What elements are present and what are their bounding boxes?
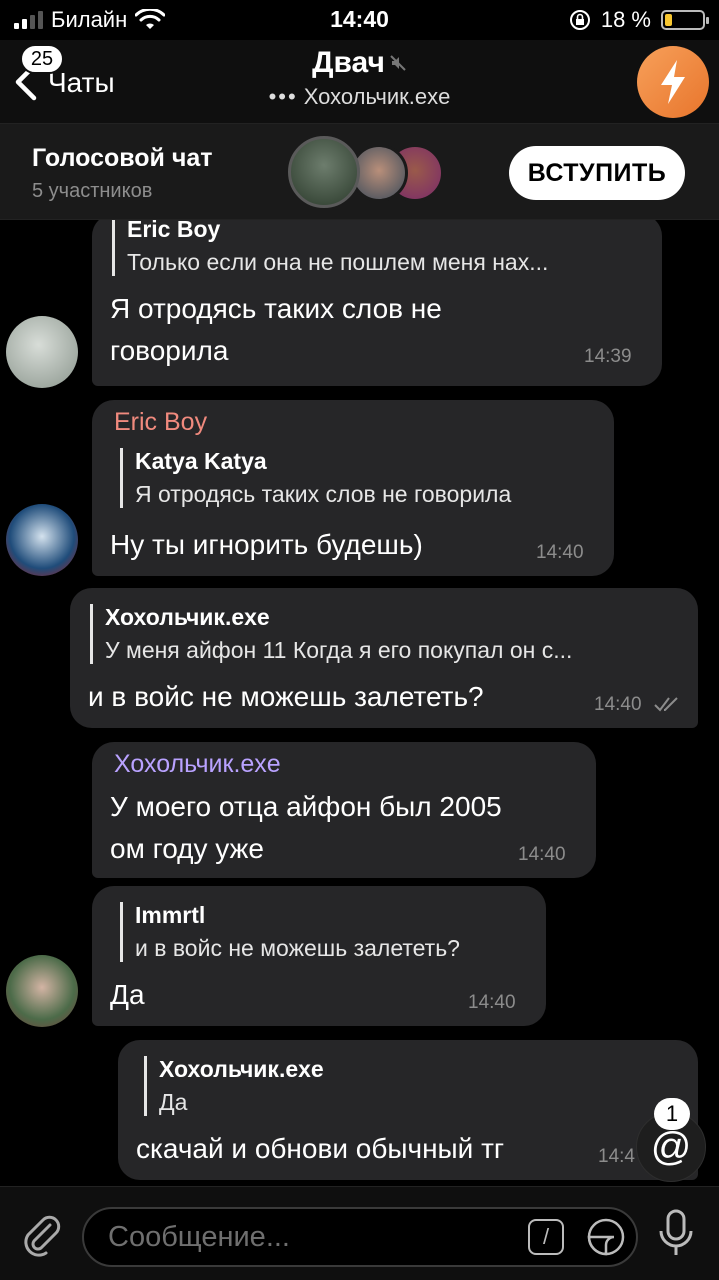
sender-name[interactable]: Eric Boy xyxy=(114,408,207,437)
status-bar: Билайн 14:40 18 % xyxy=(0,0,719,40)
chat-subtitle: ••• Хохольчик.exe xyxy=(200,84,519,110)
voice-participant-avatars xyxy=(288,136,448,208)
message-text: и в войс не можешь залететь? xyxy=(88,681,484,712)
reply-name: Katya Katya xyxy=(135,448,267,474)
mention-count-badge: 1 xyxy=(654,1098,690,1130)
message-text-line: У моего отца айфон был 2005 xyxy=(110,791,502,822)
message-bubble[interactable]: Eric Boy Katya Katya Я отродясь таких сл… xyxy=(92,400,614,576)
voice-chat-title: Голосовой чат xyxy=(32,144,213,172)
reply-preview[interactable]: Хохольчик.exe Да xyxy=(144,1056,544,1116)
reply-preview[interactable]: Katya Katya Я отродясь таких слов не гов… xyxy=(120,448,600,508)
message-time: 14:40 xyxy=(536,542,584,563)
typing-user: Хохольчик.exe xyxy=(303,84,451,109)
join-voice-chat-button[interactable]: ВСТУПИТЬ xyxy=(509,146,685,200)
message-text: Да xyxy=(110,979,145,1010)
message-input-placeholder: Сообщение... xyxy=(108,1221,290,1253)
message-bubble-outgoing[interactable]: Хохольчик.exe У меня айфон 11 Когда я ег… xyxy=(70,588,698,728)
bolt-icon xyxy=(661,60,685,104)
double-check-icon xyxy=(654,697,678,712)
message-input[interactable]: Сообщение... / xyxy=(82,1207,638,1267)
attach-icon[interactable] xyxy=(18,1211,64,1257)
avatar[interactable] xyxy=(6,955,78,1027)
reply-name: Хохольчик.exe xyxy=(105,604,270,630)
reply-name: Eric Boy xyxy=(127,220,221,242)
sender-name[interactable]: Хохольчик.exe xyxy=(114,750,281,779)
voice-chat-participants: 5 участников xyxy=(32,180,153,202)
reply-text: и в войс не можешь залететь? xyxy=(135,935,460,961)
message-bubble[interactable]: Immrtl и в войс не можешь залететь? Да 1… xyxy=(92,886,546,1026)
message-bubble[interactable]: Eric Boy Только если она не пошлем меня … xyxy=(92,220,662,386)
reply-preview[interactable]: Хохольчик.exe У меня айфон 11 Когда я ег… xyxy=(90,604,680,664)
message-input-bar: Сообщение... / xyxy=(0,1186,719,1280)
reply-text: Только если она не пошлем меня нах... xyxy=(127,249,549,275)
message-text-line: ом году уже xyxy=(110,833,264,864)
battery-percent: 18 % xyxy=(600,7,651,32)
message-bubble-outgoing[interactable]: Хохольчик.exe Да скачай и обнови обычный… xyxy=(118,1040,698,1180)
avatar[interactable] xyxy=(6,316,78,388)
reply-name: Immrtl xyxy=(135,902,206,928)
command-icon[interactable]: / xyxy=(528,1219,564,1255)
message-time: 14:40 xyxy=(468,992,516,1013)
message-text: У моего отца айфон был 2005 ом году уже xyxy=(110,786,502,870)
reply-name: Хохольчик.exe xyxy=(159,1056,324,1082)
chat-header: Чаты 25 Двач ••• Хохольчик.exe xyxy=(0,40,719,124)
message-text-line: Я отродясь таких слов не xyxy=(110,293,442,324)
chat-title: Двач xyxy=(312,46,407,80)
mic-icon[interactable] xyxy=(656,1207,696,1259)
reply-preview[interactable]: Immrtl и в войс не можешь залететь? xyxy=(120,902,530,962)
status-right: 18 % xyxy=(569,7,709,33)
message-text: скачай и обнови обычный тг xyxy=(136,1133,505,1164)
mute-icon xyxy=(390,55,406,71)
battery-icon xyxy=(661,10,709,30)
chat-avatar[interactable] xyxy=(637,46,709,118)
message-time: 14:40 xyxy=(518,844,566,865)
chat-title-area[interactable]: Двач ••• Хохольчик.exe xyxy=(200,46,519,110)
sticker-icon[interactable] xyxy=(586,1217,626,1257)
unread-badge: 25 xyxy=(20,44,64,74)
message-text-line: говорила xyxy=(110,335,229,366)
lock-rotation-icon xyxy=(569,10,590,30)
reply-text: Да xyxy=(159,1089,188,1115)
typing-dots: ••• xyxy=(268,84,298,109)
reply-preview[interactable]: Eric Boy Только если она не пошлем меня … xyxy=(112,220,642,276)
message-time: 14:39 xyxy=(584,346,632,367)
participant-avatar xyxy=(288,136,360,208)
reply-text: Я отродясь таких слов не говорила xyxy=(135,481,512,507)
message-text: Я отродясь таких слов не говорила xyxy=(110,288,442,372)
message-list[interactable]: Eric Boy Только если она не пошлем меня … xyxy=(0,220,719,1185)
avatar[interactable] xyxy=(6,504,78,576)
message-bubble[interactable]: Хохольчик.exe У моего отца айфон был 200… xyxy=(92,742,596,878)
voice-chat-bar[interactable]: Голосовой чат 5 участников ВСТУПИТЬ xyxy=(0,124,719,220)
message-time: 14:40 xyxy=(594,694,642,715)
chat-title-text: Двач xyxy=(312,46,385,79)
message-text: Ну ты игнорить будешь) xyxy=(110,529,423,560)
reply-text: У меня айфон 11 Когда я его покупал он с… xyxy=(105,637,573,663)
message-time: 14:4 xyxy=(598,1146,635,1167)
back-label: Чаты xyxy=(48,67,115,98)
